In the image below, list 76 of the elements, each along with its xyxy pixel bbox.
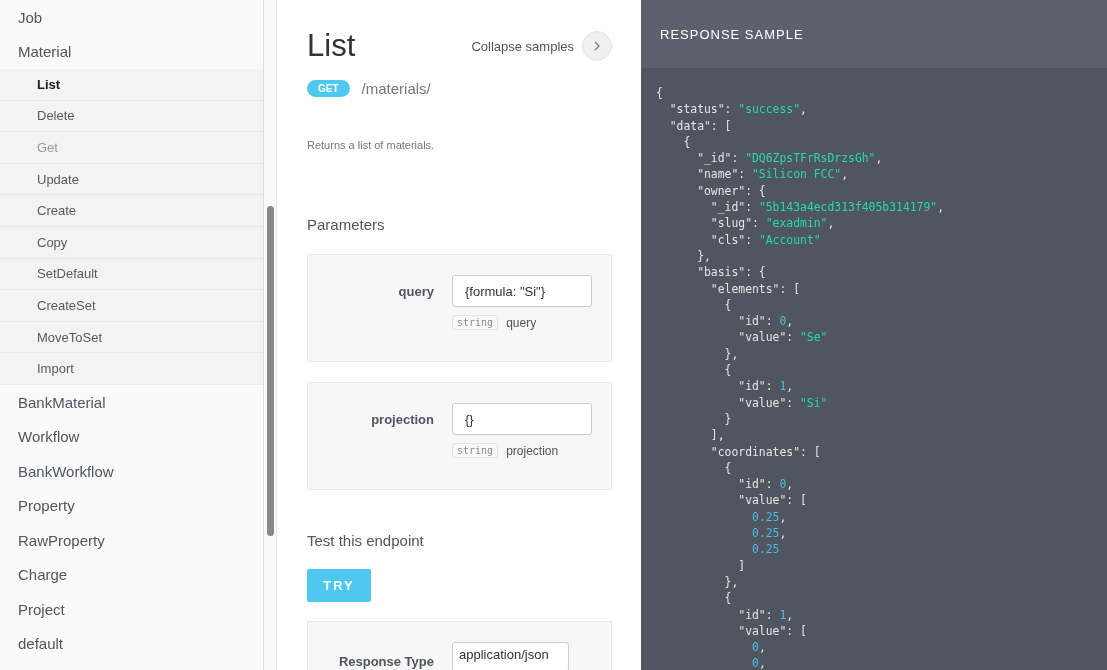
parameter-input[interactable]: {} (452, 403, 592, 435)
sidebar-item[interactable]: Project (0, 591, 263, 627)
submenu-item[interactable]: List (0, 69, 263, 101)
code-line: "value": "Si" (737, 394, 829, 411)
sidebar-item[interactable]: BankWorkflow (0, 453, 263, 489)
parameter-description: projection (506, 443, 559, 458)
page-title: List (307, 28, 356, 64)
code-line: { (682, 133, 692, 151)
code-line: { (656, 85, 664, 102)
sidebar-item[interactable]: Job (0, 0, 263, 35)
sidebar-item[interactable]: Material (0, 34, 263, 69)
sidebar-item[interactable]: default (0, 626, 263, 661)
section-heading: Parameters (307, 216, 386, 233)
sidebar-item[interactable]: Charge (0, 557, 263, 592)
code-line: }, (723, 345, 740, 363)
endpoint-path: /materials/ (361, 80, 431, 97)
code-line: { (723, 296, 733, 314)
response-type-select[interactable]: application/json (452, 642, 569, 670)
type-tag: string (452, 315, 499, 330)
code-line: "slug": "exadmin", (709, 215, 836, 232)
sidebar-item[interactable]: Property (0, 488, 263, 523)
code-line: ], (709, 427, 726, 444)
code-line: "id": 1, (737, 606, 795, 623)
submenu-item[interactable]: Copy (0, 226, 263, 259)
submenu-item[interactable]: SetDefault (0, 258, 263, 291)
endpoint-description: Returns a list of materials. (307, 139, 436, 151)
sidebar-item[interactable]: Workflow (0, 419, 263, 454)
code-line: "data": [ (668, 117, 733, 134)
code-line: "value": [ (737, 492, 808, 509)
code-line: 0, (751, 655, 767, 670)
parameter-description: query (506, 315, 537, 330)
type-tag: string (452, 443, 499, 458)
submenu-item[interactable]: Create (0, 195, 263, 227)
code-line: "id": 1, (737, 378, 795, 395)
code-line: "cls": "Account" (709, 231, 822, 248)
scrollbar-thumb[interactable] (267, 206, 274, 536)
code-line: "name": "Silicon FCC", (696, 166, 850, 183)
code-line: ] (737, 557, 747, 574)
code-line: } (723, 410, 733, 428)
code-line: "id": 0, (737, 313, 795, 330)
parameter-name: query (397, 283, 434, 299)
code-line: { (723, 362, 733, 379)
collapse-button[interactable] (582, 31, 612, 61)
submenu-item[interactable]: Import (0, 353, 263, 385)
parameter-input[interactable]: {formula: "Si"} (452, 275, 592, 307)
code-line: 0.25 (751, 541, 781, 558)
code-line: "status": "success", (668, 101, 808, 118)
sidebar-item[interactable]: BankMaterial (0, 384, 263, 420)
submenu-item[interactable]: MoveToSet (0, 321, 263, 354)
code-line: }, (696, 247, 712, 265)
panel-title: RESPONSE SAMPLE (660, 26, 804, 42)
code-line: 0, (751, 639, 767, 656)
code-line: 0.25, (751, 525, 788, 542)
code-line: 0.25, (751, 508, 788, 525)
code-line: }, (723, 573, 740, 591)
parameter-name: projection (370, 411, 434, 427)
code-line: "id": 0, (737, 476, 795, 493)
code-line: "elements": [ (709, 280, 801, 297)
code-line: "_id": "DQ6ZpsTFrRsDrzsGh", (696, 150, 884, 167)
code-line: { (723, 459, 733, 477)
submenu-item[interactable]: Delete (0, 100, 263, 133)
submenu-item[interactable]: CreateSet (0, 290, 263, 322)
code-line: "basis": { (696, 264, 767, 281)
code-line: { (723, 590, 733, 607)
code-line: "coordinates": [ (709, 443, 822, 460)
code-line: "value": "Se" (737, 329, 829, 346)
parameter-name: Response Type (337, 653, 434, 669)
section-heading: Test this endpoint (307, 532, 425, 549)
submenu-item[interactable]: Update (0, 163, 263, 196)
code-line: "value": [ (737, 622, 808, 640)
method-badge: GET (307, 80, 350, 97)
collapse-samples-label[interactable]: Collapse samples (471, 38, 574, 54)
code-line: "_id": "5b143a4ecd313f405b314179", (709, 199, 946, 216)
chevron-right-icon (594, 41, 600, 51)
code-line: "owner": { (696, 182, 767, 200)
sidebar-item[interactable]: RawProperty (0, 522, 263, 558)
